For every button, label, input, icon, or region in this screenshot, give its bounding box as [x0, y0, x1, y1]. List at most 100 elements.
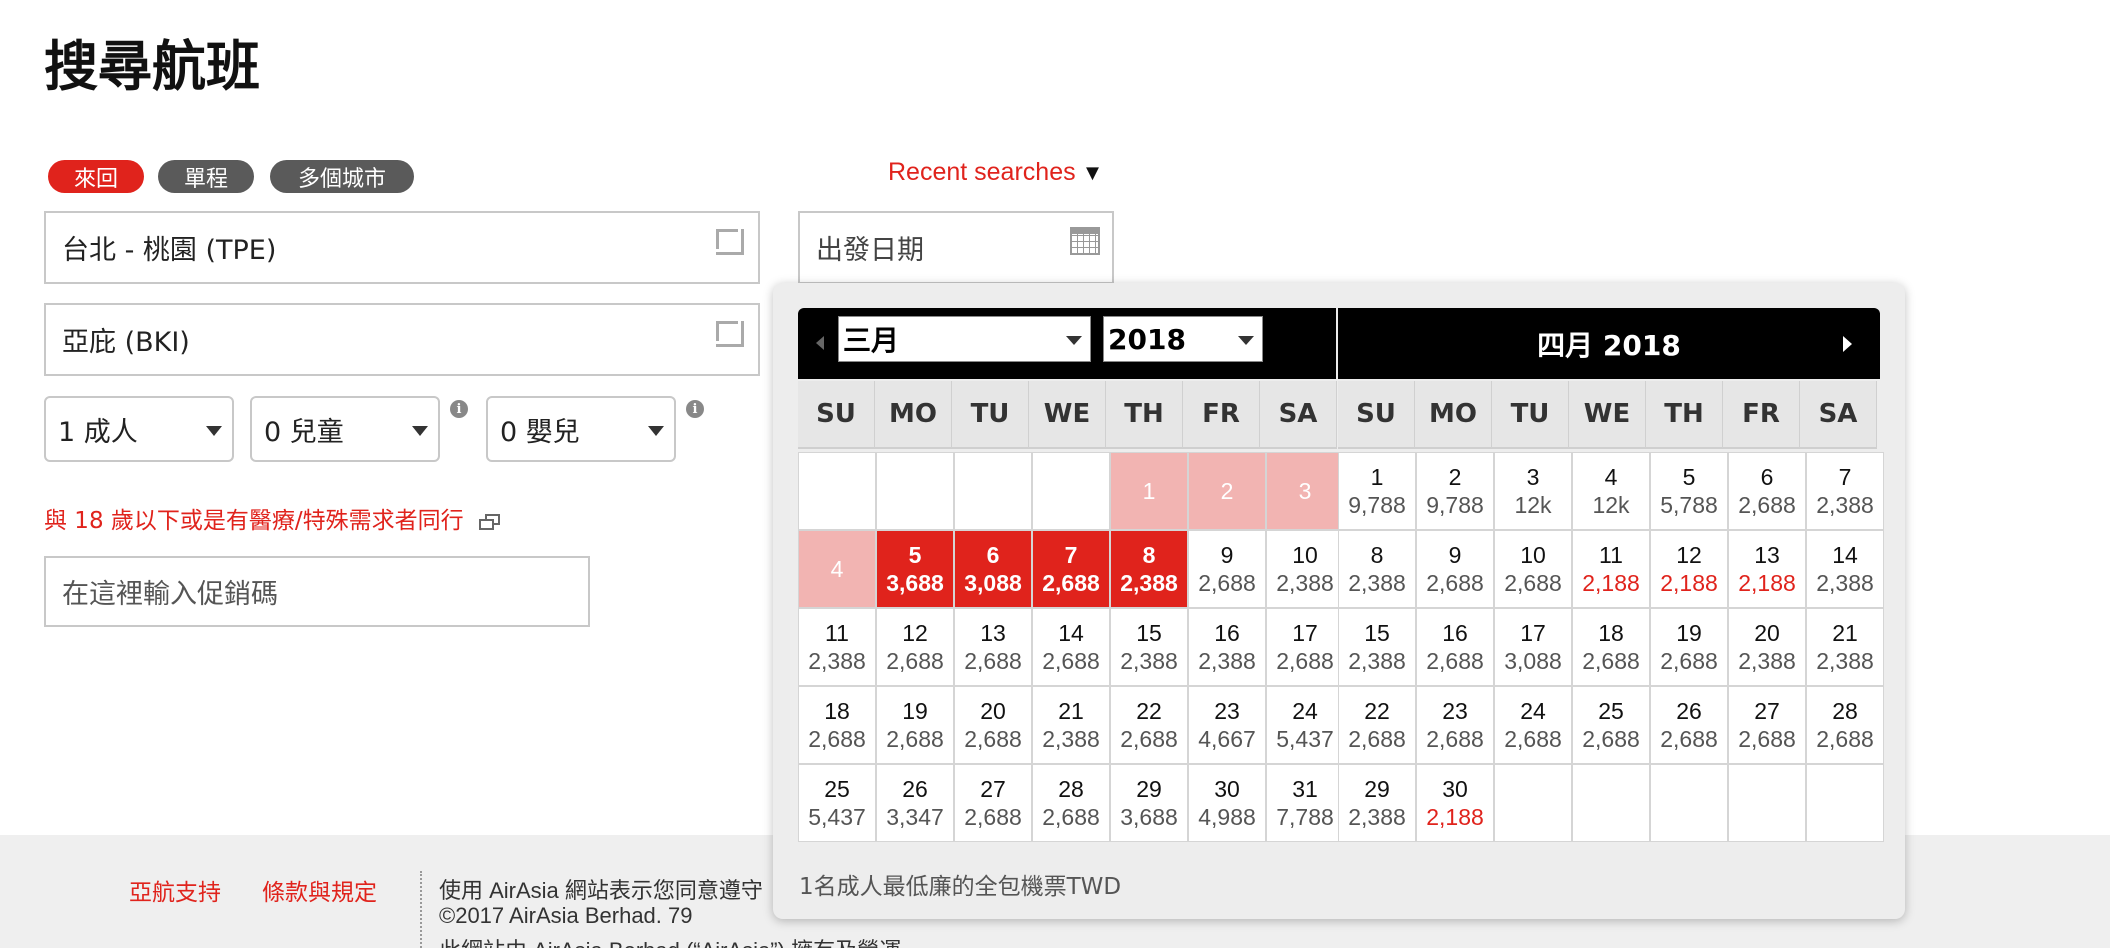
calendar-day-cell[interactable]: 27 2,688 [1729, 687, 1805, 763]
calendar-day-cell[interactable]: 18 2,688 [799, 687, 875, 763]
expand-corner-icon [716, 321, 744, 347]
calendar-day-cell[interactable]: 19 2,688 [1651, 609, 1727, 685]
travel-with-minors-link[interactable]: 與 18 歲以下或是有醫療/特殊需求者同行 [44, 501, 501, 535]
trip-type-multi-city-tab[interactable]: 多個城市 [270, 160, 414, 193]
day-price: 2,388 [1816, 648, 1874, 674]
day-price: 2,388 [1120, 570, 1178, 596]
calendar-day-cell[interactable]: 16 2,388 [1189, 609, 1265, 685]
calendar-day-cell[interactable]: 23 2,688 [1417, 687, 1493, 763]
calendar-day-cell[interactable]: 20 2,688 [955, 687, 1031, 763]
calendar-day-cell[interactable]: 14 2,688 [1033, 609, 1109, 685]
calendar-day-cell[interactable]: 15 2,388 [1339, 609, 1415, 685]
calendar-day-cell[interactable]: 9 2,688 [1417, 531, 1493, 607]
calendar-day-cell[interactable]: 5 3,688 [877, 531, 953, 607]
departure-date-field[interactable]: 出發日期 [798, 211, 1114, 284]
calendar-day-cell[interactable]: 6 3,088 [955, 531, 1031, 607]
calendar-icon[interactable] [1070, 227, 1100, 255]
calendar-day-cell[interactable]: 29 2,388 [1339, 765, 1415, 841]
calendar-day-cell[interactable]: 17 2,688 [1267, 609, 1343, 685]
calendar-day-cell[interactable]: 6 2,688 [1729, 453, 1805, 529]
calendar-day-cell[interactable]: 17 3,088 [1495, 609, 1571, 685]
calendar-day-cell[interactable]: 30 2,188 [1417, 765, 1493, 841]
children-select[interactable]: 0 兒童 [250, 396, 440, 462]
calendar-day-cell[interactable]: 21 2,388 [1807, 609, 1883, 685]
calendar-day-cell[interactable]: 28 2,688 [1807, 687, 1883, 763]
calendar-day-cell[interactable]: 5 5,788 [1651, 453, 1727, 529]
calendar-day-cell[interactable]: 25 5,437 [799, 765, 875, 841]
month-select[interactable]: 三月 [838, 316, 1091, 362]
day-price: 2,688 [1582, 726, 1640, 752]
calendar-day-cell[interactable]: 8 2,388 [1339, 531, 1415, 607]
adults-select[interactable]: 1 成人 [44, 396, 234, 462]
year-select[interactable]: 2018 [1103, 316, 1263, 362]
day-number: 9 [1448, 542, 1462, 568]
calendar-day-cell[interactable]: 22 2,688 [1339, 687, 1415, 763]
calendar-day-cell[interactable]: 11 2,188 [1573, 531, 1649, 607]
trip-type-round-trip-tab[interactable]: 來回 [48, 160, 144, 193]
calendar-day-cell[interactable]: 26 2,688 [1651, 687, 1727, 763]
calendar-day-cell[interactable]: 24 2,688 [1495, 687, 1571, 763]
day-number: 6 [1760, 464, 1774, 490]
calendar-day-cell[interactable]: 1 9,788 [1339, 453, 1415, 529]
calendar-day-cell[interactable]: 4 12k [1573, 453, 1649, 529]
calendar-day-cell[interactable]: 25 2,688 [1573, 687, 1649, 763]
calendar-day-cell[interactable]: 8 2,388 [1111, 531, 1187, 607]
calendar-empty-cell [1729, 765, 1805, 841]
day-number: 20 [1754, 620, 1780, 646]
day-price: 2,688 [1426, 570, 1484, 596]
day-number: 5 [908, 542, 922, 568]
calendar-day-cell[interactable]: 12 2,188 [1651, 531, 1727, 607]
calendar-day-cell[interactable]: 16 2,688 [1417, 609, 1493, 685]
calendar-day-cell[interactable]: 13 2,188 [1729, 531, 1805, 607]
info-icon[interactable]: i [686, 400, 704, 418]
calendar-day-cell[interactable]: 22 2,688 [1111, 687, 1187, 763]
calendar-day-cell[interactable]: 7 2,388 [1807, 453, 1883, 529]
day-price: 2,388 [1348, 648, 1406, 674]
day-price: 3,088 [964, 570, 1022, 596]
infants-select[interactable]: 0 嬰兒 [486, 396, 676, 462]
day-price: 9,788 [1348, 492, 1406, 518]
calendar-day-cell[interactable]: 23 4,667 [1189, 687, 1265, 763]
calendar-day-cell[interactable]: 29 3,688 [1111, 765, 1187, 841]
calendar-day-cell[interactable]: 15 2,388 [1111, 609, 1187, 685]
calendar-day-cell[interactable]: 24 5,437 [1267, 687, 1343, 763]
footer-text-line: ©2017 AirAsia Berhad. 79 [439, 903, 693, 928]
origin-field[interactable]: 台北 - 桃園 (TPE) [44, 211, 760, 284]
calendar-day-cell[interactable]: 21 2,388 [1033, 687, 1109, 763]
calendar-day-cell[interactable]: 2 9,788 [1417, 453, 1493, 529]
calendar-day-cell[interactable]: 13 2,688 [955, 609, 1031, 685]
recent-searches-link[interactable]: Recent searches ▼ [888, 158, 1103, 187]
promo-code-input[interactable]: 在這裡輸入促銷碼 [44, 556, 590, 627]
calendar-day-cell[interactable]: 18 2,688 [1573, 609, 1649, 685]
calendar-day-cell[interactable]: 11 2,388 [799, 609, 875, 685]
calendar-day-cell[interactable]: 19 2,688 [877, 687, 953, 763]
prev-month-icon[interactable] [816, 336, 824, 350]
calendar-day-cell[interactable]: 26 3,347 [877, 765, 953, 841]
weekday-label: TH [1646, 381, 1723, 449]
info-icon[interactable]: i [450, 400, 468, 418]
calendar-day-cell[interactable]: 14 2,388 [1807, 531, 1883, 607]
destination-value: 亞庇 (BKI) [62, 327, 190, 358]
calendar-day-cell[interactable]: 7 2,688 [1033, 531, 1109, 607]
destination-field[interactable]: 亞庇 (BKI) [44, 303, 760, 376]
calendar-day-cell[interactable]: 9 2,688 [1189, 531, 1265, 607]
calendar-day-cell[interactable]: 30 4,988 [1189, 765, 1265, 841]
calendar-day-cell[interactable]: 10 2,688 [1495, 531, 1571, 607]
calendar-day-cell[interactable]: 12 2,688 [877, 609, 953, 685]
calendar-day-cell[interactable]: 31 7,788 [1267, 765, 1343, 841]
calendar-day-cell[interactable]: 27 2,688 [955, 765, 1031, 841]
day-price: 2,688 [808, 726, 866, 752]
calendar-day-cell[interactable]: 20 2,388 [1729, 609, 1805, 685]
footer-support-link[interactable]: 亞航支持 [129, 873, 221, 907]
footer-terms-link[interactable]: 條款與規定 [262, 873, 377, 907]
calendar-day-cell[interactable]: 10 2,388 [1267, 531, 1343, 607]
day-number: 27 [980, 776, 1006, 802]
year-select-value: 2018 [1108, 322, 1186, 356]
next-month-icon[interactable] [1843, 336, 1852, 352]
calendar-day-cell[interactable]: 3 12k [1495, 453, 1571, 529]
trip-type-one-way-tab[interactable]: 單程 [158, 160, 254, 193]
day-number: 13 [1754, 542, 1780, 568]
day-number: 30 [1442, 776, 1468, 802]
chevron-down-icon [1066, 336, 1082, 345]
calendar-day-cell[interactable]: 28 2,688 [1033, 765, 1109, 841]
